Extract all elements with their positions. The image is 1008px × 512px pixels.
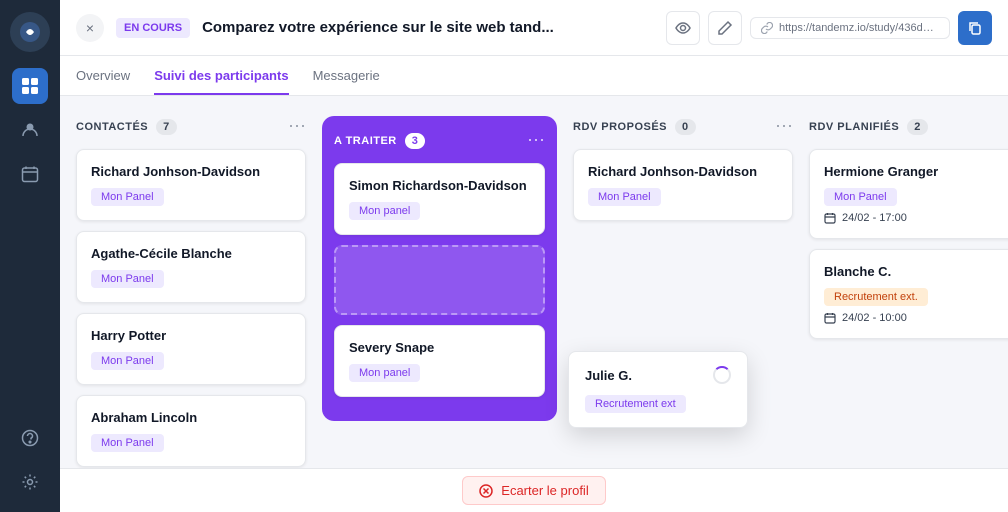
column-a-traiter: A TRAITER 3 ⋯ Simon Richardson-Davidson … — [322, 116, 557, 421]
sidebar-item-help[interactable] — [12, 420, 48, 456]
sidebar-item-settings[interactable] — [12, 464, 48, 500]
card-agathe[interactable]: Agathe-Cécile Blanche Mon Panel — [76, 231, 306, 303]
sidebar-item-dashboard[interactable] — [12, 68, 48, 104]
column-rdv-proposes-title: RDV PROPOSÉS 0 — [573, 119, 696, 135]
card-tag: Mon Panel — [824, 188, 897, 206]
status-badge: EN COURS — [116, 18, 190, 38]
card-tag: Mon panel — [349, 364, 420, 382]
column-rdv-proposes-header: RDV PROPOSÉS 0 ⋯ — [573, 116, 793, 137]
column-contactes-title: CONTACTÉS 7 — [76, 119, 177, 135]
app-logo[interactable] — [10, 12, 50, 52]
tab-suivi[interactable]: Suivi des participants — [154, 56, 288, 95]
card-tag: Mon Panel — [91, 352, 164, 370]
card-date: 24/02 - 10:00 — [824, 312, 1008, 324]
card-blanche[interactable]: Blanche C. Recrutement ext. 24/02 - 10:0… — [809, 249, 1008, 339]
card-tag: Mon Panel — [588, 188, 661, 206]
sidebar-item-calendar[interactable] — [12, 156, 48, 192]
edit-button[interactable] — [708, 11, 742, 45]
tooltip-card[interactable]: Julie G. Recrutement ext — [568, 351, 748, 428]
ecarter-button[interactable]: Ecarter le profil — [462, 476, 605, 505]
card-abraham[interactable]: Abraham Lincoln Mon Panel — [76, 395, 306, 467]
card-name: Abraham Lincoln — [91, 410, 291, 425]
card-severy[interactable]: Severy Snape Mon panel — [334, 325, 545, 397]
sidebar — [0, 0, 60, 512]
column-rdv-planifies-header: RDV PLANIFIÉS 2 ⋯ — [809, 116, 1008, 137]
column-contactes-menu[interactable]: ⋯ — [288, 116, 306, 137]
column-a-traiter-header: A TRAITER 3 ⋯ — [334, 130, 545, 151]
url-bar[interactable]: https://tandemz.io/study/436d6553-21... — [750, 17, 950, 39]
card-name: Agathe-Cécile Blanche — [91, 246, 291, 261]
column-rdv-planifies-count: 2 — [907, 119, 928, 135]
column-rdv-proposes-count: 0 — [675, 119, 696, 135]
card-name: Simon Richardson-Davidson — [349, 178, 530, 193]
column-contactes-header: CONTACTÉS 7 ⋯ — [76, 116, 306, 137]
card-tag: Recrutement ext. — [824, 288, 928, 306]
kanban-board: CONTACTÉS 7 ⋯ Richard Jonhson-Davidson M… — [60, 96, 1008, 468]
column-rdv-planifies: RDV PLANIFIÉS 2 ⋯ Hermione Granger Mon P… — [809, 116, 1008, 349]
bottom-bar: Ecarter le profil — [60, 468, 1008, 512]
card-richard[interactable]: Richard Jonhson-Davidson Mon Panel — [76, 149, 306, 221]
card-date: 24/02 - 17:00 — [824, 212, 1008, 224]
tooltip-card-name: Julie G. — [585, 368, 632, 383]
url-text: https://tandemz.io/study/436d6553-21... — [779, 22, 939, 34]
copy-url-button[interactable] — [958, 11, 992, 45]
column-a-traiter-count: 3 — [405, 133, 426, 149]
sidebar-item-users[interactable] — [12, 112, 48, 148]
card-name: Hermione Granger — [824, 164, 1008, 179]
card-name: Richard Jonhson-Davidson — [91, 164, 291, 179]
card-tag: Mon Panel — [91, 188, 164, 206]
card-name: Harry Potter — [91, 328, 291, 343]
card-name: Blanche C. — [824, 264, 1008, 279]
study-title: Comparez votre expérience sur le site we… — [202, 19, 654, 36]
tooltip-card-tag: Recrutement ext — [585, 395, 686, 413]
card-hermione[interactable]: Hermione Granger Mon Panel 24/02 - 17:00 — [809, 149, 1008, 239]
card-tag: Mon Panel — [91, 270, 164, 288]
card-tag: Mon panel — [349, 202, 420, 220]
tab-messagerie[interactable]: Messagerie — [313, 56, 380, 95]
spinner-icon — [713, 366, 731, 384]
main-area: × EN COURS Comparez votre expérience sur… — [60, 0, 1008, 512]
card-simon[interactable]: Simon Richardson-Davidson Mon panel — [334, 163, 545, 235]
card-name: Severy Snape — [349, 340, 530, 355]
column-rdv-planifies-title: RDV PLANIFIÉS 2 — [809, 119, 928, 135]
nav-tabs: Overview Suivi des participants Messager… — [60, 56, 1008, 96]
card-richard-rdv[interactable]: Richard Jonhson-Davidson Mon Panel — [573, 149, 793, 221]
card-tag: Mon Panel — [91, 434, 164, 452]
column-rdv-proposes-menu[interactable]: ⋯ — [775, 116, 793, 137]
column-contactes-count: 7 — [156, 119, 177, 135]
card-placeholder — [334, 245, 545, 315]
preview-button[interactable] — [666, 11, 700, 45]
column-a-traiter-title: A TRAITER 3 — [334, 133, 425, 149]
column-rdv-proposes: RDV PROPOSÉS 0 ⋯ Richard Jonhson-Davidso… — [573, 116, 793, 231]
card-harry[interactable]: Harry Potter Mon Panel — [76, 313, 306, 385]
card-name: Richard Jonhson-Davidson — [588, 164, 778, 179]
close-button[interactable]: × — [76, 14, 104, 42]
tab-overview[interactable]: Overview — [76, 56, 130, 95]
column-a-traiter-menu[interactable]: ⋯ — [527, 130, 545, 151]
topbar-actions: https://tandemz.io/study/436d6553-21... — [666, 11, 992, 45]
column-contactes: CONTACTÉS 7 ⋯ Richard Jonhson-Davidson M… — [76, 116, 306, 468]
topbar: × EN COURS Comparez votre expérience sur… — [60, 0, 1008, 56]
